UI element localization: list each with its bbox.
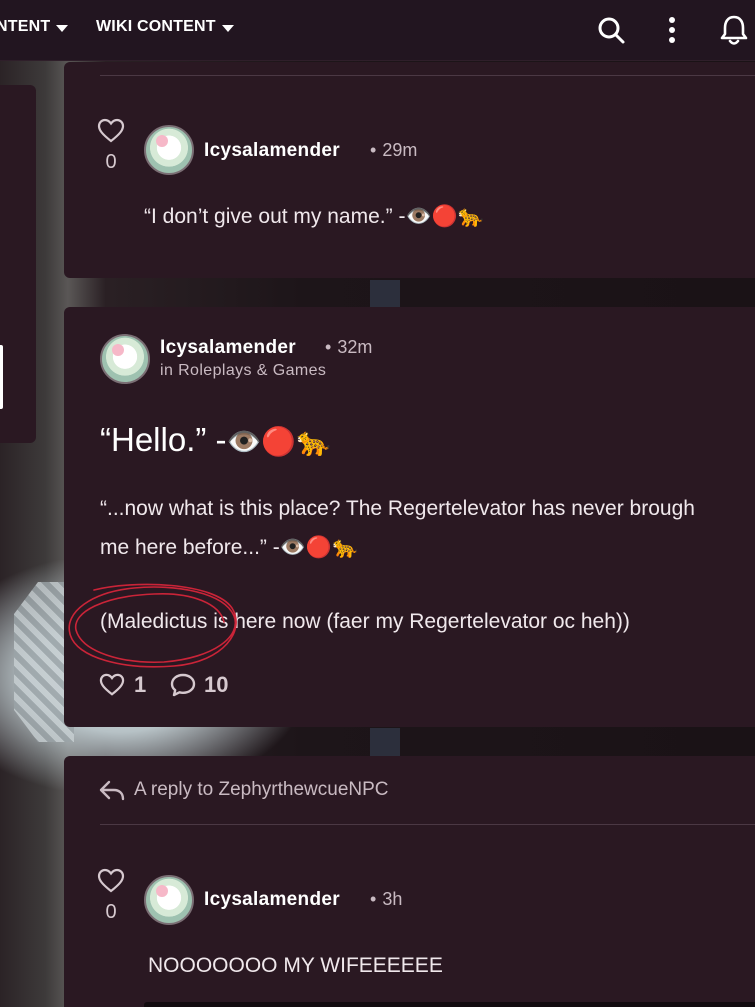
more-vertical-icon[interactable]	[654, 12, 690, 48]
bell-icon[interactable]	[716, 12, 752, 48]
separator-dot: •	[370, 140, 377, 160]
heart-icon[interactable]	[96, 868, 126, 894]
comment-meta: • 29m	[364, 140, 417, 161]
post-comment-button[interactable]: 10	[170, 672, 228, 698]
comment-bubble-icon	[170, 673, 196, 697]
nav-wiki-content-dropdown[interactable]: WIKI CONTENT	[96, 18, 234, 36]
separator-dot: •	[370, 889, 377, 909]
reply-arrow-icon	[99, 780, 125, 801]
reply-input-edge[interactable]	[144, 1002, 755, 1007]
username[interactable]: Icysalamender	[160, 337, 296, 359]
post-like-button[interactable]: 1	[98, 672, 146, 698]
post-card: Icysalamender • 32m in Roleplays & Games …	[64, 307, 755, 727]
post-line-2-text: me here before...” -	[100, 536, 280, 559]
nav-content-label: NTENT	[0, 18, 51, 35]
community-link[interactable]: in Roleplays & Games	[160, 362, 326, 380]
comment-meta: • 3h	[364, 889, 402, 910]
timestamp: 29m	[382, 140, 418, 160]
post-line-3: (Maledictus is here now (faer my Regerte…	[100, 610, 630, 633]
separator-dot: •	[325, 337, 332, 357]
background-pillar-top	[370, 280, 400, 308]
comment-body: “I don’t give out my name.” -	[144, 205, 406, 228]
sidebar-tab-handle[interactable]	[0, 345, 3, 409]
reply-to-link[interactable]: A reply to ZephyrthewcueNPC	[98, 778, 389, 802]
username[interactable]: Icysalamender	[204, 889, 340, 911]
sidebar-panel	[0, 85, 36, 443]
comment-text: “I don’t give out my name.” -👁️🔴🐆	[144, 204, 484, 229]
avatar[interactable]	[144, 875, 194, 925]
timestamp: 32m	[337, 337, 373, 357]
emoji-signature: 👁️🔴🐆	[226, 425, 332, 458]
comment-count: 10	[204, 672, 229, 697]
timestamp: 3h	[382, 889, 403, 909]
top-nav-bar: NTENT WIKI CONTENT	[0, 0, 755, 61]
avatar[interactable]	[144, 125, 194, 175]
post-title-text: “Hello.” -	[100, 421, 227, 458]
divider	[100, 824, 755, 825]
heart-icon[interactable]	[96, 118, 126, 144]
chevron-down-icon	[221, 24, 234, 32]
comment-card: 0 Icysalamender • 29m “I don’t give out m…	[64, 62, 755, 278]
like-count: 0	[105, 901, 117, 923]
username[interactable]: Icysalamender	[204, 140, 340, 162]
emoji-signature: 👁️🔴🐆	[279, 535, 359, 559]
search-icon[interactable]	[593, 12, 629, 48]
chevron-down-icon	[56, 24, 69, 32]
nav-wiki-content-label: WIKI CONTENT	[96, 18, 216, 35]
avatar[interactable]	[100, 334, 150, 384]
post-line-1: “...now what is this place? The Regertel…	[100, 497, 695, 520]
nav-content-dropdown[interactable]: NTENT	[0, 18, 69, 36]
like-count: 0	[105, 151, 117, 173]
comment-like[interactable]: 0	[96, 118, 126, 174]
reply-to-label: A reply to ZephyrthewcueNPC	[134, 779, 389, 800]
heart-icon	[99, 673, 125, 696]
emoji-signature: 👁️🔴🐆	[405, 204, 484, 228]
comment-like[interactable]: 0	[96, 868, 126, 924]
post-title: “Hello.” -👁️🔴🐆	[100, 421, 331, 459]
reply-card: A reply to ZephyrthewcueNPC 0 Icysalamen…	[64, 756, 755, 1007]
divider	[100, 75, 755, 76]
post-line-2: me here before...” -👁️🔴🐆	[100, 535, 358, 560]
comment-text: NOOOOOOO MY WIFEEEEEE	[148, 954, 443, 977]
background-pillar-bottom	[370, 728, 400, 756]
like-count: 1	[134, 672, 147, 697]
post-meta: • 32m	[319, 337, 372, 358]
